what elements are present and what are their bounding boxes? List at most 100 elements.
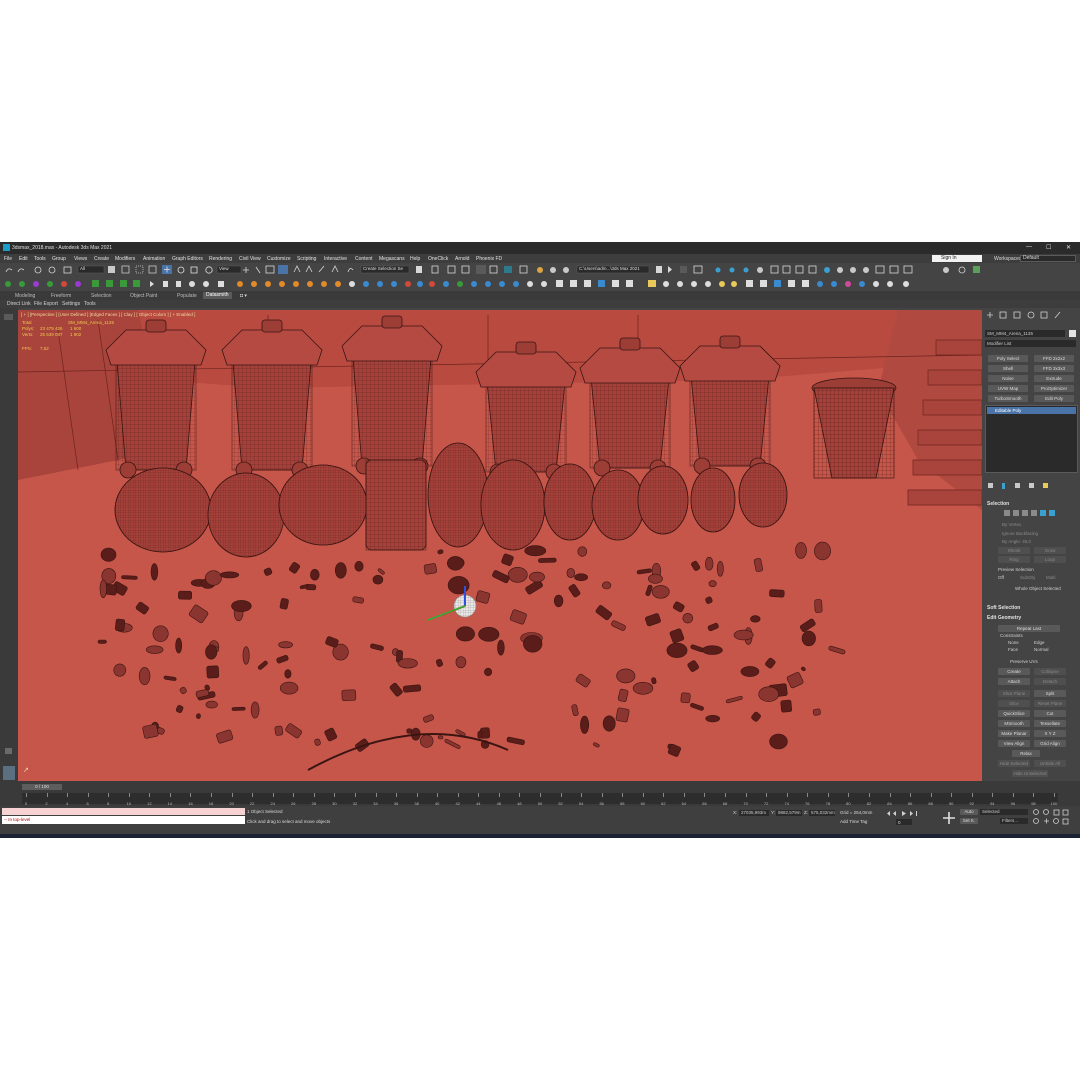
relax-button[interactable]: Relax bbox=[1012, 750, 1040, 757]
constraint-face-radio[interactable]: Face bbox=[1008, 647, 1018, 652]
loop-button[interactable]: Loop bbox=[1034, 556, 1066, 563]
tab-modeling[interactable]: Modeling bbox=[15, 293, 35, 299]
soft-selection-rollout-title[interactable]: Soft Selection bbox=[987, 605, 1020, 611]
menu-civil-view[interactable]: Civil View bbox=[239, 256, 261, 262]
tab-populate[interactable]: Populate bbox=[177, 293, 197, 299]
preview-off-radio[interactable]: Off bbox=[998, 575, 1004, 580]
prooptimizer-button[interactable]: ProOptimizer bbox=[1034, 385, 1074, 392]
menu-views[interactable]: Views bbox=[74, 256, 87, 262]
named-selection-set[interactable]: Create Selection Se bbox=[363, 266, 403, 271]
split-checkbox[interactable]: Split bbox=[1034, 690, 1066, 697]
unhide-all-button[interactable]: Unhide All bbox=[1034, 760, 1066, 767]
grow-button[interactable]: Grow bbox=[1034, 547, 1066, 554]
ring-button[interactable]: Ring bbox=[998, 556, 1030, 563]
subobject-level-icons[interactable] bbox=[1002, 509, 1062, 518]
y-coord-field[interactable]: 9882,579m bbox=[776, 810, 802, 816]
selection-rollout-title[interactable]: Selection bbox=[987, 501, 1009, 507]
viewport-navigation-controls[interactable] bbox=[1032, 809, 1072, 829]
stack-item-editable-poly[interactable]: Editable Poly bbox=[987, 407, 1076, 414]
ribbon-options-icon[interactable]: ◘ ▾ bbox=[240, 293, 247, 299]
add-time-tag[interactable]: Add Time Tag bbox=[840, 819, 867, 824]
slice-plane-button[interactable]: Slice Plane bbox=[998, 690, 1030, 697]
layout-tab-icon[interactable] bbox=[4, 314, 13, 320]
msmooth-button[interactable]: MSmooth bbox=[998, 720, 1030, 727]
menu-help[interactable]: Help bbox=[410, 256, 420, 262]
uvw-map-button[interactable]: UVW Map bbox=[988, 385, 1028, 392]
menu-animation[interactable]: Animation bbox=[143, 256, 165, 262]
key-filters-button[interactable]: Filters... bbox=[1000, 818, 1028, 824]
view-align-button[interactable]: View Align bbox=[998, 740, 1030, 747]
perspective-viewport[interactable]: ↗ [ + ] [Perspective ] [User Defined ] [… bbox=[18, 310, 982, 783]
by-angle-checkbox[interactable]: By Angle: 45,0 bbox=[1002, 539, 1031, 544]
x-coord-field[interactable]: 27035,993m bbox=[739, 810, 769, 816]
tessellate-button[interactable]: Tessellate bbox=[1034, 720, 1066, 727]
edit-geometry-rollout-title[interactable]: Edit Geometry bbox=[987, 615, 1021, 621]
auto-key-button[interactable]: Auto bbox=[960, 809, 978, 815]
menu-arnold[interactable]: Arnold bbox=[455, 256, 469, 262]
menu-group[interactable]: Group bbox=[52, 256, 66, 262]
tools-button[interactable]: Tools bbox=[84, 301, 96, 307]
current-frame-field[interactable]: 0 bbox=[898, 820, 901, 825]
project-path-dropdown[interactable]: C:\Users\adm...\3ds Max 2021 bbox=[579, 266, 640, 271]
menu-interactive[interactable]: Interactive bbox=[324, 256, 347, 262]
maxscript-listener-output[interactable] bbox=[2, 808, 245, 815]
workspaces-dropdown[interactable]: Default bbox=[1020, 255, 1076, 262]
selection-filter[interactable]: All bbox=[80, 266, 85, 271]
hide-selected-button[interactable]: Hide Selected bbox=[998, 760, 1030, 767]
object-color-swatch[interactable] bbox=[1069, 330, 1076, 337]
object-name-field[interactable]: SM_MM4_Arena_1135 bbox=[985, 330, 1065, 337]
minimize-icon[interactable]: — bbox=[1026, 244, 1032, 250]
menu-oneclick[interactable]: OneClick bbox=[428, 256, 448, 262]
direct-link-button[interactable]: Direct Link bbox=[7, 301, 31, 307]
ffd-2x2x2-button[interactable]: FFD 2x2x2 bbox=[1034, 355, 1074, 362]
menu-phoenix-fd[interactable]: Phoenix FD bbox=[476, 256, 502, 262]
viewport-label[interactable]: [ + ] [Perspective ] [User Defined ] [Ed… bbox=[21, 312, 195, 317]
ffd-3x3x3-button[interactable]: FFD 3x3x3 bbox=[1034, 365, 1074, 372]
noise-button[interactable]: Noise bbox=[988, 375, 1028, 382]
close-icon[interactable]: ✕ bbox=[1066, 244, 1071, 251]
cut-button[interactable]: Cut bbox=[1034, 710, 1066, 717]
ignore-backfacing-checkbox[interactable]: Ignore Backfacing bbox=[1002, 531, 1038, 536]
reference-coord-dropdown[interactable]: View bbox=[219, 266, 229, 271]
menu-graph-editors[interactable]: Graph Editors bbox=[172, 256, 203, 262]
settings-button[interactable]: Settings bbox=[62, 301, 80, 307]
z-coord-field[interactable]: 575,032mm bbox=[809, 810, 835, 816]
playback-controls[interactable] bbox=[884, 809, 944, 829]
tab-freeform[interactable]: Freeform bbox=[51, 293, 71, 299]
extrude-button[interactable]: Extrude bbox=[1034, 375, 1074, 382]
menu-file[interactable]: File bbox=[4, 256, 12, 262]
expand-tab-icon[interactable] bbox=[5, 748, 12, 754]
modifier-list-dropdown[interactable]: Modifier List bbox=[985, 340, 1076, 347]
menu-content[interactable]: Content bbox=[355, 256, 373, 262]
tab-selection[interactable]: Selection bbox=[91, 293, 112, 299]
xyz-planar-buttons[interactable]: X Y Z bbox=[1034, 730, 1066, 737]
file-export-button[interactable]: File Export bbox=[34, 301, 58, 307]
preview-multi-radio[interactable]: Multi bbox=[1046, 575, 1056, 580]
collapse-button[interactable]: Collapse bbox=[1034, 668, 1066, 675]
create-button[interactable]: Create bbox=[998, 668, 1030, 675]
shell-button[interactable]: Shell bbox=[988, 365, 1028, 372]
edit-poly-button[interactable]: Edit Poly bbox=[1034, 395, 1074, 402]
menu-create[interactable]: Create bbox=[94, 256, 109, 262]
constraint-none-radio[interactable]: None bbox=[1008, 640, 1019, 645]
make-planar-button[interactable]: Make Planar bbox=[998, 730, 1030, 737]
stack-tools[interactable] bbox=[985, 481, 1080, 491]
grid-align-button[interactable]: Grid Align bbox=[1034, 740, 1066, 747]
menu-modifiers[interactable]: Modifiers bbox=[115, 256, 135, 262]
by-vertex-checkbox[interactable]: By Vertex bbox=[1002, 522, 1021, 527]
key-filter-dropdown[interactable]: Selected bbox=[980, 809, 1028, 815]
preserve-uvs-checkbox[interactable]: Preserve UVs bbox=[1010, 659, 1038, 664]
menu-megascans[interactable]: Megascans bbox=[379, 256, 405, 262]
attach-button[interactable]: Attach bbox=[998, 678, 1030, 685]
menu-scripting[interactable]: Scripting bbox=[297, 256, 316, 262]
reset-plane-button[interactable]: Reset Plane bbox=[1034, 700, 1066, 707]
sign-in-dropdown[interactable]: Sign In bbox=[932, 255, 982, 262]
maximize-icon[interactable]: ☐ bbox=[1046, 244, 1051, 251]
detach-button[interactable]: Detach bbox=[1034, 678, 1066, 685]
quickslice-button[interactable]: QuickSlice bbox=[998, 710, 1030, 717]
secondary-toolbar-icons[interactable] bbox=[0, 277, 1080, 291]
shrink-button[interactable]: Shrink bbox=[998, 547, 1030, 554]
main-toolbar-icons[interactable] bbox=[0, 263, 1080, 277]
time-slider[interactable]: 0 / 100 bbox=[22, 784, 62, 790]
menu-tools[interactable]: Tools bbox=[34, 256, 46, 262]
